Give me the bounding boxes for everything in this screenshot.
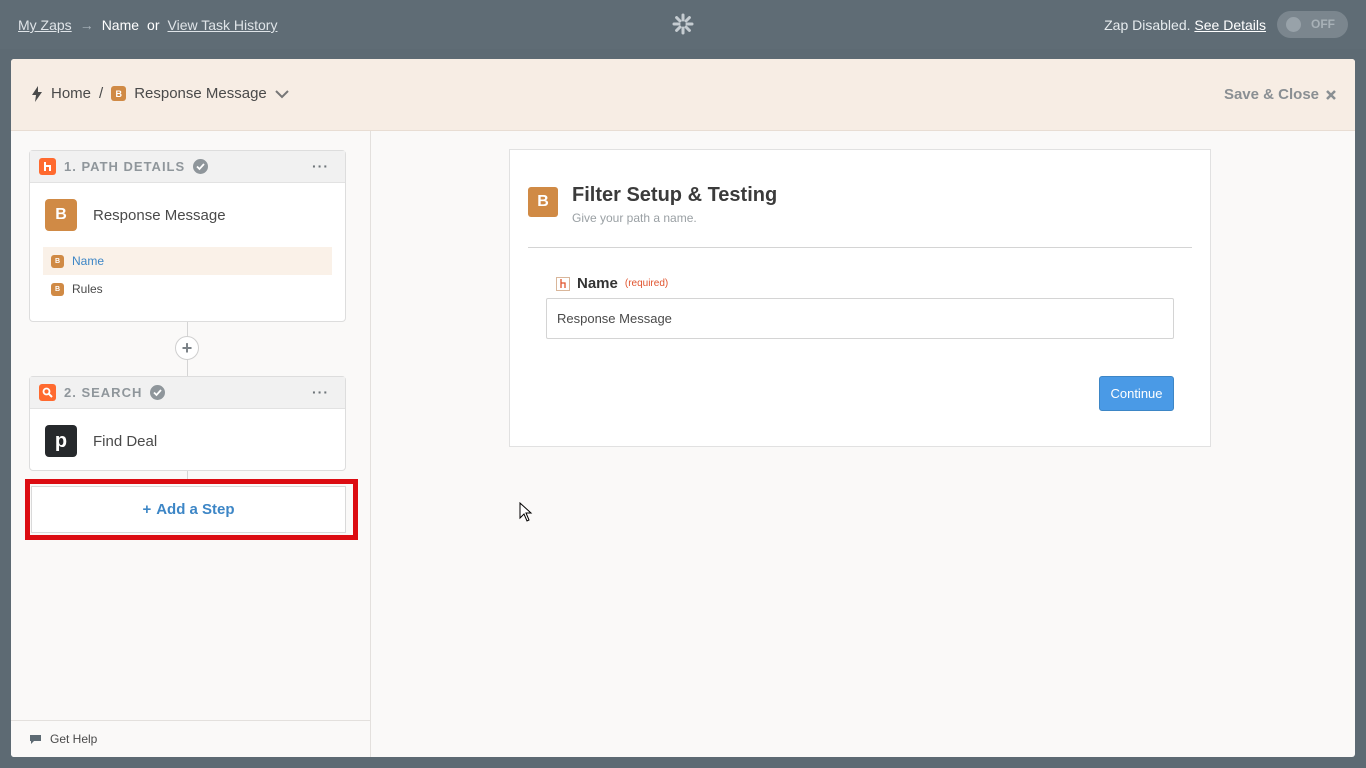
zap-status-text: Zap Disabled. — [1104, 17, 1191, 33]
sub-item-name[interactable]: B Name — [43, 247, 332, 275]
panel-header: Home / B Response Message Save & Close — [11, 59, 1355, 131]
card-title: Filter Setup & Testing — [572, 184, 778, 206]
step-menu-icon[interactable]: ··· — [312, 384, 329, 400]
required-marker: (required) — [624, 278, 669, 289]
name-input[interactable] — [546, 298, 1174, 339]
step-body: B Response Message — [30, 183, 345, 247]
see-details-link[interactable]: See Details — [1194, 17, 1266, 33]
add-step-button[interactable]: + Add a Step — [31, 486, 346, 533]
step-card-search[interactable]: 2. SEARCH ··· p Find Deal — [29, 376, 346, 471]
breadcrumb-separator: / — [99, 85, 104, 102]
save-close-button[interactable]: Save & Close — [1224, 86, 1337, 103]
check-icon — [150, 385, 166, 400]
loading-spinner-icon — [672, 13, 694, 35]
sub-item-badge: B — [51, 282, 64, 296]
continue-button[interactable]: Continue — [1099, 376, 1174, 411]
breadcrumb-path-name[interactable]: Response Message — [134, 85, 267, 102]
filter-setup-card: B Filter Setup & Testing Give your path … — [509, 149, 1211, 447]
mouse-cursor-icon — [519, 502, 533, 522]
editor-panel: Home / B Response Message Save & Close 1… — [11, 59, 1355, 757]
zap-status: Zap Disabled. See Details — [1104, 17, 1266, 33]
sub-item-badge: B — [51, 254, 64, 268]
step-header: 1. PATH DETAILS ··· — [30, 151, 345, 183]
toggle-knob — [1286, 17, 1301, 32]
check-icon — [193, 159, 209, 174]
bolt-icon — [32, 85, 42, 102]
get-help-button[interactable]: Get Help — [11, 720, 370, 757]
step-card-path-details[interactable]: 1. PATH DETAILS ··· B Response Message B… — [29, 150, 346, 322]
path-b-icon: B — [528, 187, 558, 217]
divider — [528, 247, 1192, 248]
save-close-label: Save & Close — [1223, 86, 1319, 103]
toggle-label: OFF — [1311, 17, 1335, 31]
my-zaps-link[interactable]: My Zaps — [18, 17, 72, 33]
step-header: 2. SEARCH ··· — [30, 377, 345, 409]
step-title: Find Deal — [93, 432, 158, 450]
steps-sidebar: 1. PATH DETAILS ··· B Response Message B… — [11, 131, 371, 757]
step-title: Response Message — [93, 206, 226, 224]
view-task-history-link[interactable]: View Task History — [168, 17, 278, 33]
path-b-icon: B — [45, 199, 77, 231]
insert-step-button[interactable]: + — [175, 336, 199, 360]
sub-item-label: Name — [72, 254, 105, 268]
or-text: or — [147, 17, 160, 33]
breadcrumb-home[interactable]: Home — [51, 85, 91, 102]
add-step-label: Add a Step — [156, 501, 235, 518]
step-heading: 2. SEARCH — [64, 385, 143, 400]
plus-icon: + — [181, 337, 193, 358]
card-subtitle: Give your path a name. — [572, 211, 697, 225]
card-header: B Filter Setup & Testing Give your path … — [528, 184, 777, 225]
arrow-icon: → — [79, 17, 94, 33]
chevron-down-icon[interactable] — [275, 89, 289, 99]
zap-on-off-toggle[interactable]: OFF — [1277, 11, 1348, 38]
get-help-label: Get Help — [50, 732, 98, 746]
name-field-label: Name (required) — [556, 275, 668, 292]
zap-breadcrumb: My Zaps → Name or View Task History — [18, 17, 277, 33]
chat-icon — [30, 734, 41, 744]
plus-icon: + — [142, 501, 152, 518]
step-menu-icon[interactable]: ··· — [312, 158, 329, 174]
zap-name[interactable]: Name — [102, 17, 139, 33]
close-icon — [1326, 89, 1336, 100]
field-label-text: Name — [577, 275, 618, 292]
step-heading: 1. PATH DETAILS — [64, 159, 186, 174]
paths-app-icon — [39, 158, 56, 175]
pipedrive-app-icon: p — [45, 425, 77, 457]
sub-item-rules[interactable]: B Rules — [43, 275, 332, 303]
breadcrumb: Home / B Response Message — [31, 85, 289, 102]
top-bar: My Zaps → Name or View Task History Zap … — [0, 0, 1366, 49]
path-badge: B — [111, 86, 127, 101]
step-body: p Find Deal — [30, 409, 345, 473]
sub-item-label: Rules — [72, 282, 103, 296]
search-icon — [39, 384, 56, 401]
paths-field-icon — [556, 276, 570, 291]
